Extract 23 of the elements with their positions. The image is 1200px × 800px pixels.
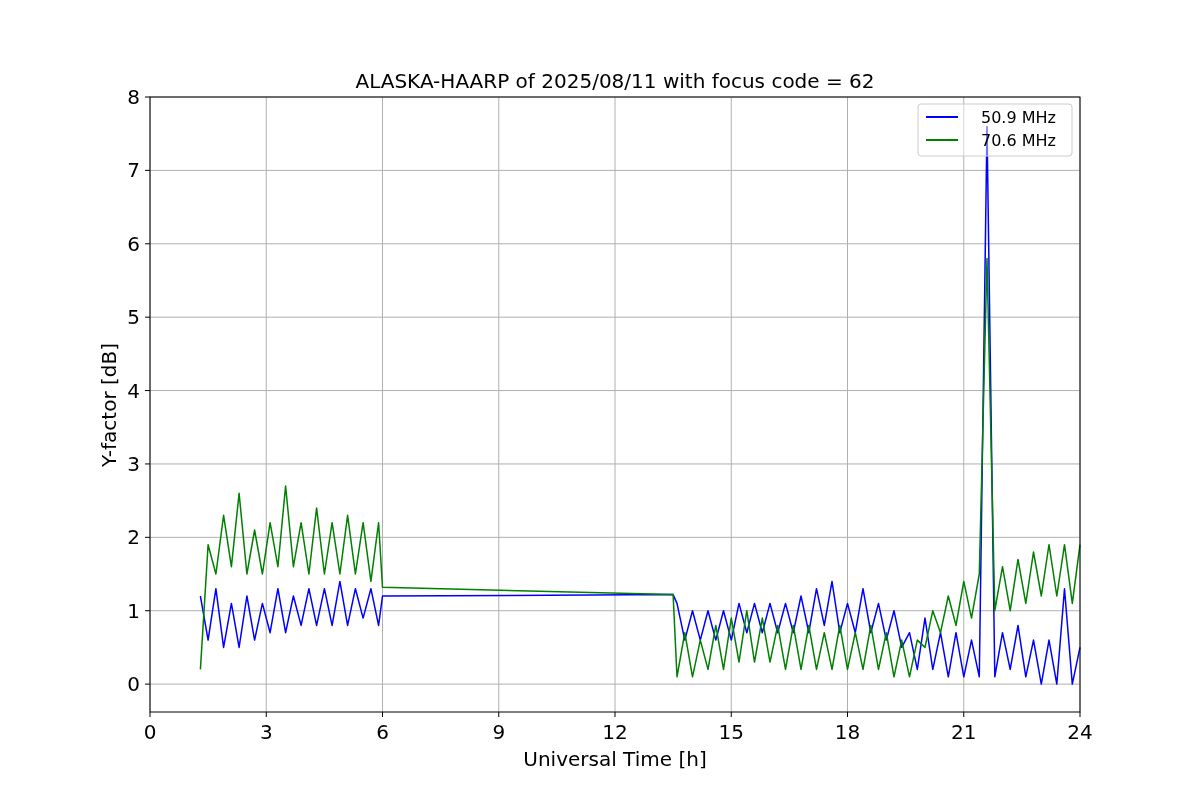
y-tick-label: 4 xyxy=(127,378,140,403)
x-tick-label: 18 xyxy=(834,720,861,744)
y-tick-label: 6 xyxy=(127,231,140,256)
legend-label: 70.6 MHz xyxy=(981,131,1056,150)
y-tick-label: 1 xyxy=(127,598,140,623)
x-tick-label: 21 xyxy=(951,720,977,744)
y-tick-label: 3 xyxy=(127,451,140,476)
x-tick-label: 0 xyxy=(143,720,157,744)
x-tick-label: 24 xyxy=(1067,720,1093,744)
y-tick-label: 0 xyxy=(127,672,140,697)
legend-label: 50.9 MHz xyxy=(981,108,1056,127)
x-tick-label: 3 xyxy=(259,720,273,744)
x-tick-label: 6 xyxy=(376,720,389,744)
x-tick-label: 12 xyxy=(602,720,628,744)
y-tick-label: 2 xyxy=(127,525,140,550)
chart-title: ALASKA-HAARP of 2025/08/11 with focus code = 62 xyxy=(355,69,875,93)
y-tick-label: 8 xyxy=(127,85,140,109)
y-tick-label: 5 xyxy=(127,305,140,330)
x-tick-label: 15 xyxy=(718,720,744,744)
y-tick-label: 7 xyxy=(127,158,140,183)
x-tick-label: 9 xyxy=(492,720,506,744)
x-axis-label: Universal Time [h] xyxy=(523,747,707,771)
y-axis-label: Y-factor [dB] xyxy=(97,343,121,467)
